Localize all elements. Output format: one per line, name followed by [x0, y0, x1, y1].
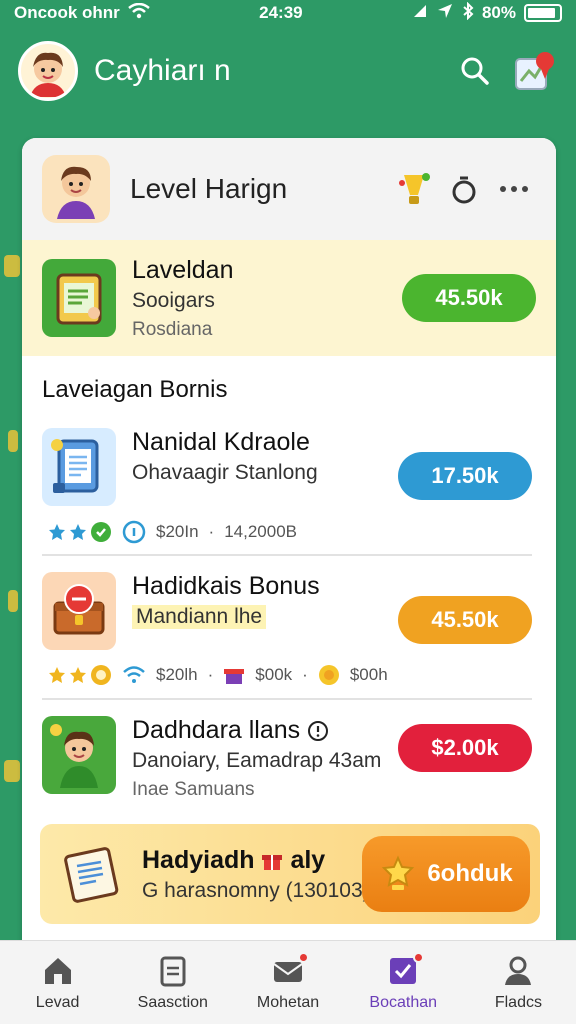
- info-icon[interactable]: [307, 720, 329, 742]
- nav-label: Saasction: [137, 993, 208, 1011]
- gift-icon: [262, 854, 283, 870]
- card-header: Level Harign: [22, 138, 556, 240]
- star-icon: [70, 667, 86, 683]
- user-icon: [505, 956, 532, 985]
- notification-dot: [298, 951, 309, 963]
- item-meta: $20lh · $00k · $00h: [48, 664, 388, 686]
- nav-messages[interactable]: Mohetan: [230, 941, 345, 1024]
- clock: 24:39: [259, 3, 303, 22]
- nav-label: Mohetan: [256, 993, 320, 1011]
- notepad-app-icon: [42, 428, 116, 506]
- bluetooth-icon: [462, 1, 474, 25]
- search-icon: [461, 57, 489, 85]
- featured-item[interactable]: Laveldan Sooigars Rosdiana 45.50k: [22, 240, 556, 356]
- map-pin-icon: [515, 52, 554, 90]
- list-item[interactable]: Dadhdara llans Danoiary, Eamadrap 43am I…: [22, 700, 556, 842]
- promo-claim-button[interactable]: 6ohduk: [362, 836, 530, 912]
- item-meta-count: 14,2000B: [224, 522, 298, 541]
- hint-button[interactable]: [392, 167, 436, 211]
- notification-dot: [413, 951, 425, 963]
- item-title-text: Dadhdara llans: [132, 716, 301, 744]
- side-decoration: [8, 590, 18, 612]
- item-amount-button[interactable]: 45.50k: [398, 596, 532, 644]
- app-bar: Cayhiarı n: [0, 36, 576, 106]
- gift-icon: [224, 669, 245, 684]
- rating-stars: [48, 521, 112, 543]
- section-title: Laveiagan Bornis: [42, 376, 228, 403]
- location-icon: [436, 2, 454, 25]
- bottom-nav: Levad Saasction Mohetan Bocathan Fladcs: [0, 940, 576, 1024]
- trophy-icon: [382, 855, 415, 890]
- app-title: Cayhiarı n: [94, 54, 231, 87]
- item-meta-price: $20lh: [156, 665, 198, 684]
- clipboard-icon: [160, 956, 186, 986]
- map-button[interactable]: [512, 48, 558, 94]
- profile-avatar[interactable]: [18, 41, 78, 101]
- status-bar: Oncook ohnr 24:39 80%: [0, 0, 576, 26]
- nav-profile[interactable]: Fladcs: [461, 941, 576, 1024]
- wifi-icon: [123, 666, 145, 683]
- item-amount-button[interactable]: 17.50k: [398, 452, 532, 500]
- nav-section[interactable]: Saasction: [115, 941, 230, 1024]
- search-button[interactable]: [452, 48, 498, 94]
- star-icon: [49, 524, 65, 540]
- more-button[interactable]: [492, 167, 536, 211]
- side-decoration: [4, 255, 20, 277]
- coin-icon: [91, 665, 111, 685]
- item-amount-button[interactable]: $2.00k: [398, 724, 532, 772]
- ring-icon: [452, 176, 476, 204]
- home-icon: [44, 957, 71, 984]
- checklist-icon: [386, 951, 425, 988]
- scroll-icon: [56, 837, 126, 911]
- wifi-icon: [128, 2, 150, 24]
- info-icon: [122, 520, 146, 544]
- ring-button[interactable]: [442, 167, 486, 211]
- nav-label: Bocathan: [369, 993, 438, 1011]
- star-icon: [49, 667, 65, 683]
- side-decoration: [8, 430, 18, 452]
- signal-icon: [412, 3, 428, 24]
- rating-stars: [48, 664, 112, 686]
- battery-percent: 80%: [481, 3, 516, 22]
- side-decoration: [4, 760, 20, 782]
- item-meta-extra: $00h: [349, 665, 388, 684]
- featured-caption: Rosdiana: [132, 318, 213, 340]
- main-card: Level Harign Laveldan Sooigars Rosdiana …: [22, 138, 556, 968]
- meta-separator: ·: [208, 522, 215, 541]
- mail-icon: [271, 951, 309, 988]
- nav-label: Levad: [35, 993, 80, 1011]
- player-avatar[interactable]: [42, 155, 110, 223]
- nav-home[interactable]: Levad: [0, 941, 115, 1024]
- list-item[interactable]: Nanidal Kdraole Ohavaagir Stanlong 17.50…: [22, 412, 556, 554]
- meta-separator: ·: [207, 665, 214, 684]
- featured-subtitle: Sooigars: [132, 288, 215, 312]
- featured-title: Laveldan: [132, 255, 234, 284]
- lightbulb-icon: [399, 173, 430, 204]
- level-title: Level Harign: [130, 173, 288, 204]
- promo-button-label: 6ohduk: [427, 860, 513, 887]
- nav-label: Fladcs: [494, 993, 542, 1011]
- featured-amount-button[interactable]: 45.50k: [402, 274, 536, 322]
- character-app-icon: [42, 716, 116, 794]
- meta-separator: ·: [302, 665, 308, 684]
- more-icon: [500, 186, 528, 192]
- promo-title-text: Hadyiadh: [142, 845, 255, 874]
- item-meta-price: $20In: [156, 522, 199, 541]
- promo-title-suffix: aly: [290, 845, 326, 874]
- list-item[interactable]: Hadidkais Bonus Mandiann lhe 45.50k $20l…: [22, 556, 556, 698]
- item-subtitle: Mandiann lhe: [132, 605, 267, 629]
- featured-app-icon: [42, 259, 116, 337]
- star-icon: [70, 524, 86, 540]
- item-caption: Inae Samuans: [132, 779, 255, 800]
- item-meta: $20In · 14,2000B: [48, 520, 297, 544]
- nav-tasks[interactable]: Bocathan: [346, 941, 461, 1024]
- treasure-chest-icon: [42, 572, 116, 650]
- badge-icon: [91, 522, 111, 542]
- item-meta-value: $00k: [255, 665, 293, 684]
- medal-icon: [318, 665, 339, 685]
- carrier-label: Oncook ohnr: [14, 3, 120, 22]
- battery-icon: [523, 4, 562, 22]
- promo-banner[interactable]: Hadyiadh aly G harasnomny (130103) 6ohdu…: [40, 824, 540, 924]
